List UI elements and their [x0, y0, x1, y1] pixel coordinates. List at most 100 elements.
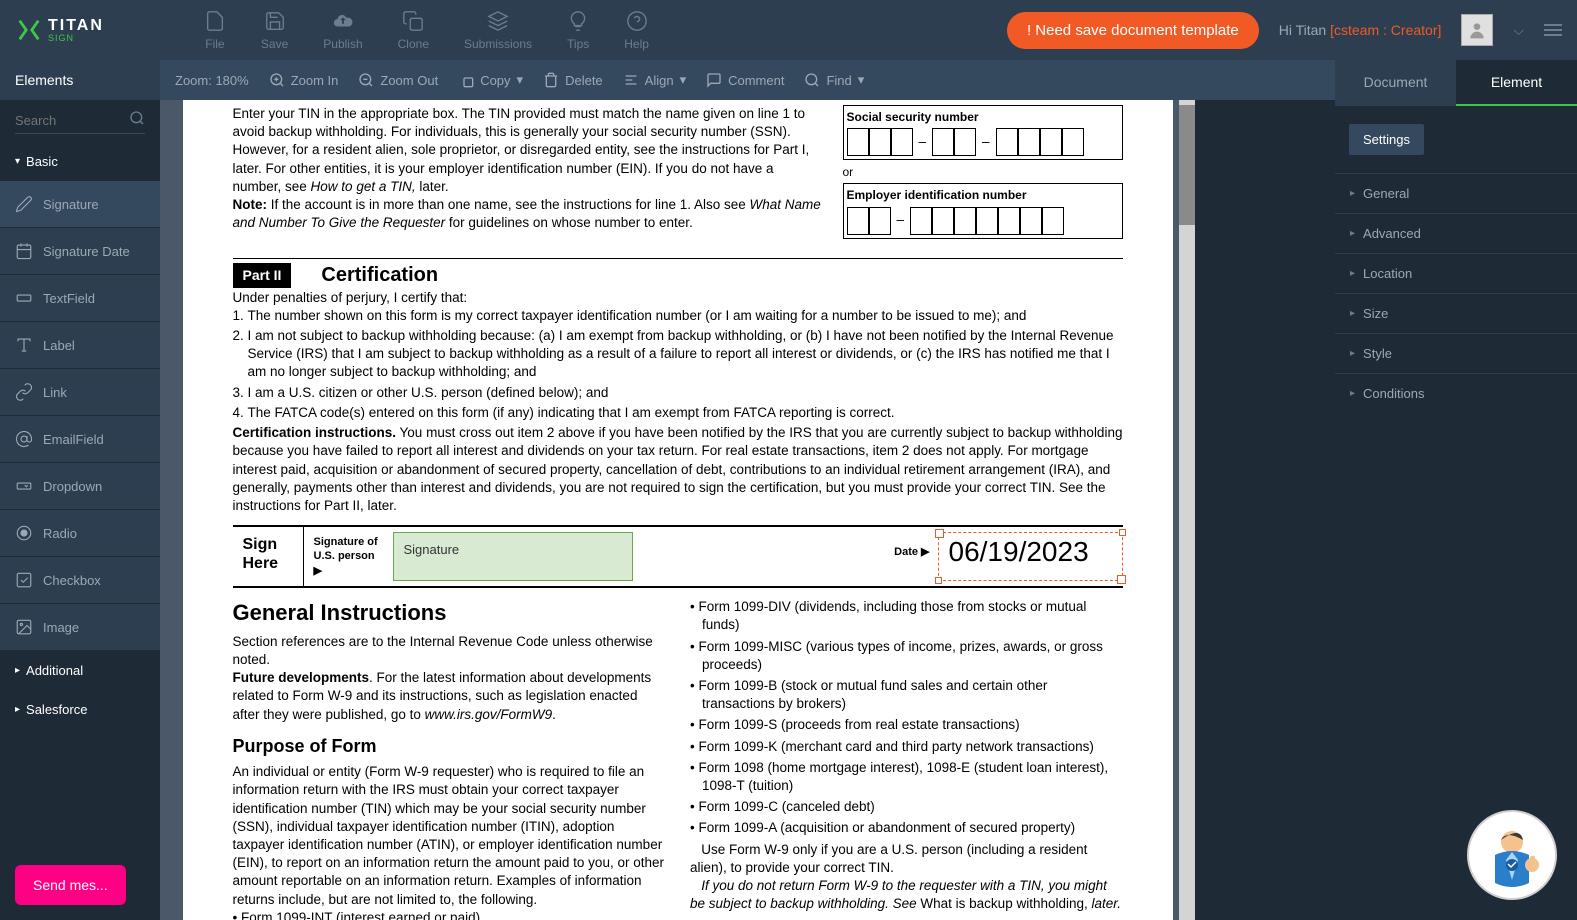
section-basic[interactable]: Basic — [0, 142, 160, 181]
align-button[interactable]: Align ▾ — [623, 72, 686, 88]
no-return-para: If you do not return Form W-9 to the req… — [690, 877, 1123, 913]
zoom-out-icon — [358, 72, 374, 88]
purpose-text: An individual or entity (Form W-9 reques… — [233, 763, 666, 909]
menu-help[interactable]: Help — [624, 10, 649, 51]
cert-instructions: Certification instructions. You must cro… — [233, 424, 1123, 515]
trash-icon — [543, 72, 559, 88]
person-icon — [1467, 20, 1487, 40]
element-signature[interactable]: Signature — [0, 181, 160, 227]
section-salesforce[interactable]: Salesforce — [0, 690, 160, 729]
dropdown-icon — [15, 477, 33, 495]
settings-button[interactable]: Settings — [1349, 124, 1424, 155]
help-icon — [626, 10, 648, 32]
hamburger-menu[interactable] — [1544, 24, 1562, 36]
date-field[interactable]: 06/19/2023 — [938, 532, 1123, 581]
cert-item-1: The number shown on this form is my corr… — [248, 307, 1123, 325]
tab-document[interactable]: Document — [1335, 60, 1456, 106]
menu-save[interactable]: Save — [261, 10, 288, 51]
element-signature-date[interactable]: Signature Date — [0, 228, 160, 274]
section-ref: Section references are to the Internal R… — [233, 633, 666, 669]
element-dropdown[interactable]: Dropdown — [0, 463, 160, 509]
cert-item-3: I am a U.S. citizen or other U.S. person… — [248, 384, 1123, 402]
comment-button[interactable]: Comment — [706, 72, 784, 88]
bullet-r2: • Form 1099-MISC (various types of incom… — [690, 638, 1123, 674]
tab-element[interactable]: Element — [1456, 60, 1577, 106]
search-input[interactable] — [15, 108, 145, 134]
menu-clone[interactable]: Clone — [398, 10, 429, 51]
user-greeting: Hi Titan [csteam : Creator] — [1279, 22, 1442, 38]
document-canvas[interactable]: Social security number – – or Employer i… — [160, 100, 1195, 920]
align-icon — [623, 72, 639, 88]
bullet-r8: • Form 1099-A (acquisition or abandonmen… — [690, 819, 1123, 837]
future-dev: Future developments. For the latest info… — [233, 669, 666, 724]
logo-icon — [15, 16, 43, 44]
copy-icon — [458, 72, 474, 88]
section-style[interactable]: Style — [1335, 333, 1577, 373]
delete-button[interactable]: Delete — [543, 72, 603, 88]
textfield-icon — [15, 289, 33, 307]
link-icon — [15, 383, 33, 401]
ein-input-boxes[interactable]: – — [847, 207, 1119, 235]
menu-file[interactable]: File — [204, 10, 226, 51]
find-button[interactable]: Find ▾ — [804, 72, 864, 88]
ssn-label: Social security number — [847, 109, 1119, 125]
canvas-scrollbar[interactable] — [1179, 100, 1195, 920]
logo-title: TITAN — [48, 18, 104, 34]
zoom-level: Zoom: 180% — [175, 73, 249, 88]
section-size[interactable]: Size — [1335, 293, 1577, 333]
section-conditions[interactable]: Conditions — [1335, 373, 1577, 413]
avatar[interactable] — [1461, 14, 1493, 46]
app-logo[interactable]: TITAN SIGN — [15, 16, 104, 44]
use-w9-para: Use Form W-9 only if you are a U.S. pers… — [690, 841, 1123, 877]
bullet-r1: • Form 1099-DIV (dividends, including th… — [690, 598, 1123, 634]
zoom-out-button[interactable]: Zoom Out — [358, 72, 438, 88]
text-icon — [15, 336, 33, 354]
comment-icon — [706, 72, 722, 88]
element-link[interactable]: Link — [0, 369, 160, 415]
lightbulb-icon — [567, 10, 589, 32]
cert-title: Certification — [321, 262, 438, 289]
radio-icon — [15, 524, 33, 542]
cert-item-2: I am not subject to backup withholding b… — [248, 327, 1123, 382]
section-additional[interactable]: Additional — [0, 651, 160, 690]
sidebar-title: Elements — [0, 60, 160, 100]
bullet-r6: • Form 1098 (home mortgage interest), 10… — [690, 759, 1123, 795]
bullet-r4: • Form 1099-S (proceeds from real estate… — [690, 716, 1123, 734]
element-textfield[interactable]: TextField — [0, 275, 160, 321]
element-image[interactable]: Image — [0, 604, 160, 650]
ein-label: Employer identification number — [847, 187, 1119, 203]
zoom-in-button[interactable]: Zoom In — [269, 72, 339, 88]
element-emailfield[interactable]: EmailField — [0, 416, 160, 462]
search-icon — [804, 72, 820, 88]
copy-button[interactable]: Copy ▾ — [458, 72, 523, 88]
search-icon[interactable] — [129, 110, 145, 131]
user-menu-chevron[interactable]: ⌵ — [1513, 22, 1524, 39]
signature-field[interactable]: Signature — [393, 532, 633, 581]
layers-icon — [487, 10, 509, 32]
menu-tips[interactable]: Tips — [567, 10, 589, 51]
save-icon — [264, 10, 286, 32]
send-message-button[interactable]: Send mes... — [15, 865, 126, 905]
part-ii-box: Part II — [233, 263, 292, 288]
element-radio[interactable]: Radio — [0, 510, 160, 556]
sig-of-label: Signature of U.S. person ▶ — [303, 527, 393, 586]
purpose-heading: Purpose of Form — [233, 734, 666, 758]
sign-here-label: Sign Here — [233, 527, 303, 586]
section-advanced[interactable]: Advanced — [1335, 213, 1577, 253]
cloud-upload-icon — [332, 10, 354, 32]
calendar-icon — [15, 242, 33, 260]
menu-submissions[interactable]: Submissions — [464, 10, 532, 51]
zoom-in-icon — [269, 72, 285, 88]
ssn-input-boxes[interactable]: – – — [847, 128, 1119, 156]
section-location[interactable]: Location — [1335, 253, 1577, 293]
mascot-avatar[interactable] — [1467, 810, 1557, 900]
element-label[interactable]: Label — [0, 322, 160, 368]
logo-subtitle: SIGN — [48, 34, 104, 43]
element-checkbox[interactable]: Checkbox — [0, 557, 160, 603]
save-alert[interactable]: ! Need save document template — [1007, 12, 1259, 49]
bullet-l1: • Form 1099-INT (interest earned or paid… — [233, 909, 666, 920]
bullet-r3: • Form 1099-B (stock or mutual fund sale… — [690, 677, 1123, 713]
menu-publish[interactable]: Publish — [323, 10, 362, 51]
image-icon — [15, 618, 33, 636]
section-general[interactable]: General — [1335, 173, 1577, 213]
